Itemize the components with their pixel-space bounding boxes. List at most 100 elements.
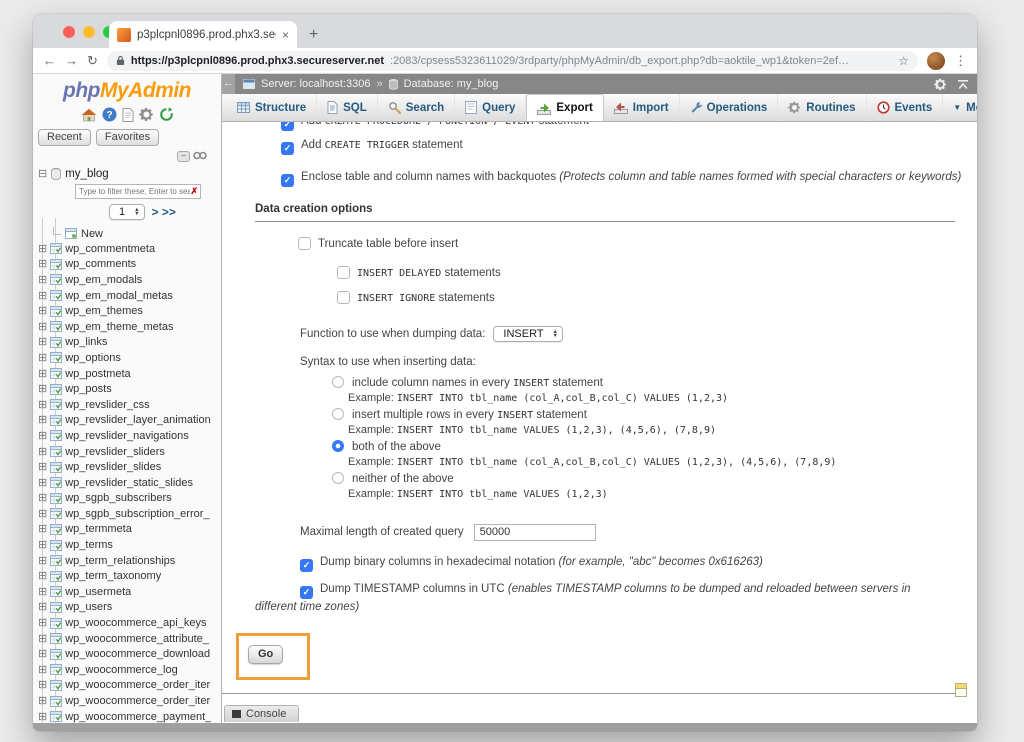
db-collapse-icon[interactable]: ⊟ (38, 169, 47, 179)
expand-plus-icon[interactable]: ⊞ (38, 493, 47, 503)
sidebar-table-row[interactable]: ⊞ wp_woocommerce_attribute_ (33, 631, 221, 647)
checkbox-unchecked[interactable] (337, 266, 350, 279)
breadcrumb-database[interactable]: Database: my_blog (404, 78, 499, 90)
tab-search[interactable]: Search (378, 94, 455, 121)
home-icon[interactable] (81, 108, 97, 122)
console-tab[interactable]: Console (224, 705, 299, 722)
sidebar-table-row[interactable]: ⊞ wp_em_modal_metas (33, 288, 221, 304)
tab-events[interactable]: Events (867, 94, 944, 121)
tab-structure[interactable]: Structure (227, 94, 317, 121)
function-select[interactable]: INSERT▲▼ (493, 326, 563, 342)
sidebar-table-row[interactable]: ⊞ wp_woocommerce_api_keys (33, 615, 221, 631)
expand-plus-icon[interactable]: ⊞ (38, 618, 47, 628)
radio-selected[interactable] (332, 440, 344, 452)
browser-menu-icon[interactable]: ⋮ (954, 53, 967, 69)
address-bar[interactable]: https://p3plcpnl0896.prod.phx3.secureser… (107, 51, 918, 71)
sidebar-table-row[interactable]: ⊞ wp_commentmeta (33, 241, 221, 257)
expand-plus-icon[interactable]: ⊞ (38, 602, 47, 612)
tab-query[interactable]: Query (455, 94, 526, 121)
sidebar-table-row[interactable]: ⊞ wp_options (33, 350, 221, 366)
breadcrumb-server[interactable]: Server: localhost:3306 (261, 78, 370, 90)
browser-tab[interactable]: p3plcpnl0896.prod.phx3.secu × (109, 21, 297, 48)
maxlength-input[interactable] (474, 524, 596, 541)
recent-button[interactable]: Recent (38, 129, 91, 146)
tab-operations[interactable]: Operations (680, 94, 779, 121)
expand-plus-icon[interactable]: ⊞ (38, 244, 47, 254)
favorites-button[interactable]: Favorites (96, 129, 159, 146)
sidebar-table-row[interactable]: ⊞ wp_woocommerce_order_iter (33, 693, 221, 709)
sidebar-table-row[interactable]: ⊞ wp_revslider_layer_animation (33, 413, 221, 429)
sidebar-table-row[interactable]: ⊞ wp_usermeta (33, 584, 221, 600)
sidebar-table-row[interactable]: ⊞ wp_woocommerce_download (33, 646, 221, 662)
go-button[interactable]: Go (248, 645, 283, 664)
sidebar-table-row[interactable]: ⊞ wp_em_modals (33, 272, 221, 288)
expand-plus-icon[interactable]: ⊞ (38, 649, 47, 659)
tab-import[interactable]: Import (604, 94, 680, 121)
expand-plus-icon[interactable]: ⊞ (38, 447, 47, 457)
expand-plus-icon[interactable]: ⊞ (38, 306, 47, 316)
sidebar-item-new[interactable]: New (33, 226, 221, 241)
expand-plus-icon[interactable]: ⊞ (38, 587, 47, 597)
tab-export[interactable]: Export (526, 94, 603, 121)
sidebar-table-row[interactable]: ⊞ wp_revslider_navigations (33, 428, 221, 444)
radio-unselected[interactable] (332, 472, 344, 484)
sidebar-table-row[interactable]: ⊞ wp_users (33, 600, 221, 616)
sidebar-filter-input[interactable] (75, 184, 201, 199)
expand-plus-icon[interactable]: ⊞ (38, 680, 47, 690)
expand-plus-icon[interactable]: ⊞ (38, 400, 47, 410)
tab-routines[interactable]: Routines (778, 94, 866, 121)
expand-plus-icon[interactable]: ⊞ (38, 337, 47, 347)
expand-plus-icon[interactable]: ⊞ (38, 712, 47, 722)
expand-plus-icon[interactable]: ⊞ (38, 369, 47, 379)
close-window-button[interactable] (63, 26, 75, 38)
expand-plus-icon[interactable]: ⊞ (38, 509, 47, 519)
sidebar-table-row[interactable]: ⊞ wp_revslider_sliders (33, 444, 221, 460)
expand-plus-icon[interactable]: ⊞ (38, 556, 47, 566)
profile-avatar[interactable] (927, 52, 945, 70)
sidebar-table-row[interactable]: ⊞ wp_posts (33, 381, 221, 397)
tab-more[interactable]: ▼More (943, 94, 977, 121)
radio-unselected[interactable] (332, 376, 344, 388)
sidebar-table-row[interactable]: ⊞ wp_sgpb_subscription_error_ (33, 506, 221, 522)
scroll-top-icon[interactable] (955, 683, 967, 697)
expand-plus-icon[interactable]: ⊞ (38, 696, 47, 706)
sidebar-table-row[interactable]: ⊞ wp_woocommerce_payment_ (33, 709, 221, 723)
sidebar-table-row[interactable]: ⊞ wp_postmeta (33, 366, 221, 382)
expand-plus-icon[interactable]: ⊞ (38, 291, 47, 301)
new-tab-button[interactable]: + (309, 26, 318, 44)
expand-plus-icon[interactable]: ⊞ (38, 259, 47, 269)
page-select[interactable]: 1▲▼ (109, 204, 145, 220)
expand-plus-icon[interactable]: ⊞ (38, 540, 47, 550)
collapse-top-icon[interactable] (957, 79, 969, 90)
reload-icon[interactable]: ↻ (87, 53, 98, 69)
help-icon[interactable]: ? (102, 107, 117, 122)
sidebar-table-row[interactable]: ⊞ wp_links (33, 335, 221, 351)
sidebar-table-row[interactable]: ⊞ wp_em_themes (33, 303, 221, 319)
tab-sql[interactable]: SQL (317, 94, 378, 121)
checkbox-checked[interactable]: ✓ (300, 586, 313, 599)
expand-plus-icon[interactable]: ⊞ (38, 275, 47, 285)
sidebar-table-row[interactable]: ⊞ wp_woocommerce_order_iter (33, 678, 221, 694)
checkbox-checked[interactable]: ✓ (281, 122, 294, 131)
expand-plus-icon[interactable]: ⊞ (38, 571, 47, 581)
refresh-icon[interactable] (159, 107, 174, 122)
page-settings-gear-icon[interactable] (934, 78, 947, 91)
sidebar-database-my-blog[interactable]: ⊟ my_blog (33, 168, 221, 180)
sidebar-table-row[interactable]: ⊞ wp_term_relationships (33, 553, 221, 569)
expand-plus-icon[interactable]: ⊞ (38, 524, 47, 534)
checkbox-unchecked[interactable] (298, 237, 311, 250)
minimize-window-button[interactable] (83, 26, 95, 38)
documentation-icon[interactable] (122, 108, 134, 122)
sidebar-table-row[interactable]: ⊞ wp_term_taxonomy (33, 568, 221, 584)
sidebar-table-row[interactable]: ⊞ wp_revslider_css (33, 397, 221, 413)
expand-plus-icon[interactable]: ⊞ (38, 462, 47, 472)
back-icon[interactable]: ← (43, 53, 56, 68)
expand-plus-icon[interactable]: ⊞ (38, 353, 47, 363)
sidebar-table-row[interactable]: ⊞ wp_revslider_static_slides (33, 475, 221, 491)
expand-plus-icon[interactable]: ⊞ (38, 634, 47, 644)
expand-plus-icon[interactable]: ⊞ (38, 431, 47, 441)
sidebar-table-row[interactable]: ⊞ wp_termmeta (33, 522, 221, 538)
expand-plus-icon[interactable]: ⊞ (38, 665, 47, 675)
radio-unselected[interactable] (332, 408, 344, 420)
sidebar-table-row[interactable]: ⊞ wp_terms (33, 537, 221, 553)
